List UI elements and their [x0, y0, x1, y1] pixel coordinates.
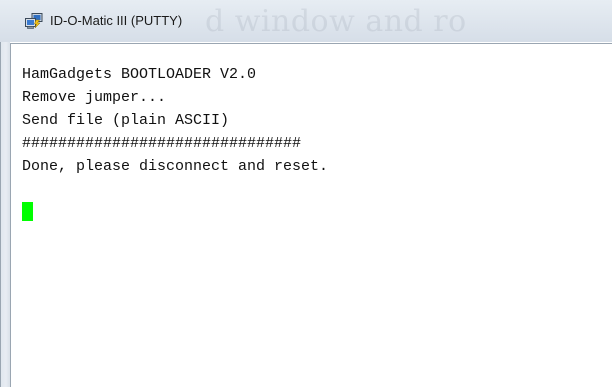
terminal-line: HamGadgets BOOTLOADER V2.0: [22, 66, 257, 83]
terminal-line: Done, please disconnect and reset.: [22, 158, 329, 175]
terminal-area[interactable]: HamGadgets BOOTLOADER V2.0 Remove jumper…: [10, 43, 612, 387]
terminal-line: ###############################: [22, 135, 302, 152]
window-frame-left: [0, 42, 10, 387]
putty-window: d window and ro ID-O-Matic III (PUTTY) H…: [0, 0, 612, 387]
terminal-line: Send file (plain ASCII): [22, 112, 230, 129]
window-frame-border: [0, 42, 1, 387]
terminal-cursor: [22, 202, 33, 221]
terminal-output: HamGadgets BOOTLOADER V2.0 Remove jumper…: [22, 63, 328, 178]
window-title: ID-O-Matic III (PUTTY): [50, 13, 183, 28]
terminal-line: Remove jumper...: [22, 89, 167, 106]
putty-icon[interactable]: [25, 13, 43, 29]
title-bar[interactable]: d window and ro ID-O-Matic III (PUTTY): [0, 0, 612, 42]
background-window-title: d window and ro: [205, 4, 467, 39]
